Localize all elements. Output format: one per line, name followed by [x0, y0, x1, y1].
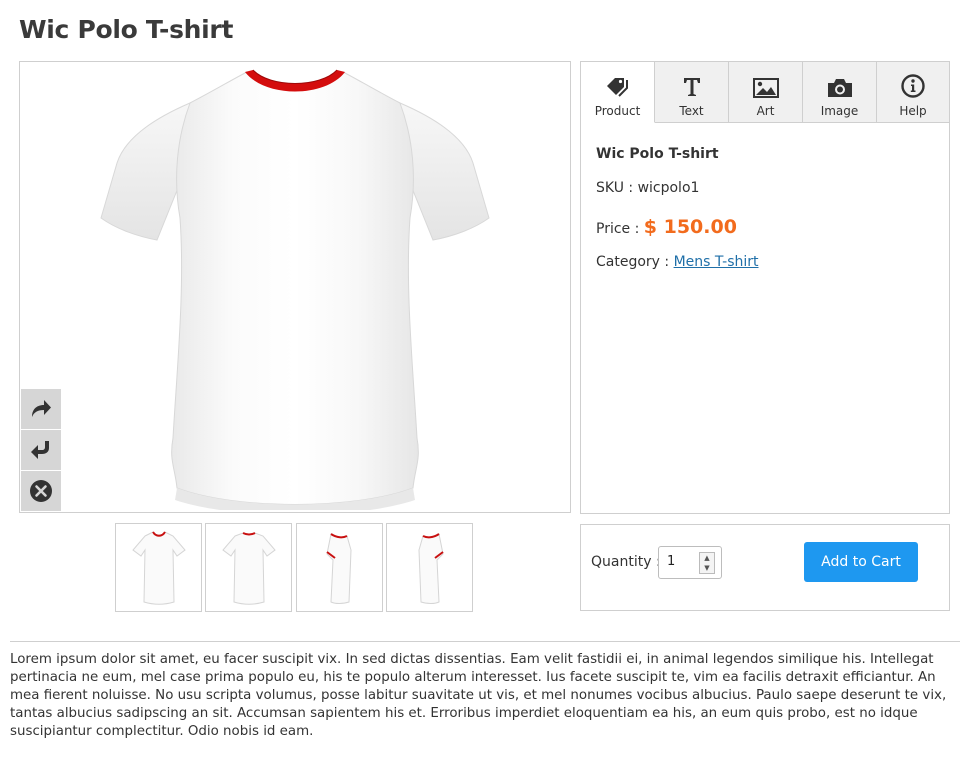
tab-product[interactable]: Product	[581, 62, 655, 123]
divider	[10, 641, 960, 642]
undo-button[interactable]	[21, 430, 61, 470]
tab-art[interactable]: Art	[729, 62, 803, 123]
tshirt-back-thumb	[221, 531, 276, 605]
tab-label: Image	[820, 104, 859, 118]
tab-image[interactable]: Image	[803, 62, 877, 123]
quantity-spinner: ▲ ▼	[699, 552, 715, 574]
sku-label: SKU :	[596, 180, 634, 196]
delete-button[interactable]	[21, 471, 61, 511]
canvas-tools	[21, 389, 61, 512]
sku-value: wicpolo1	[637, 180, 700, 196]
cart-box: Quantity : ▲ ▼ Add to Cart	[580, 524, 950, 611]
designer-panel: Product Text Art Image Help Wic Polo T-s…	[580, 61, 950, 514]
product-name: Wic Polo T-shirt	[596, 146, 719, 162]
product-category-row: Category : Mens T-shirt	[596, 254, 759, 270]
picture-icon	[752, 78, 779, 98]
quantity-label: Quantity :	[591, 554, 661, 570]
product-price-row: Price : $ 150.00	[596, 216, 737, 238]
category-label: Category :	[596, 254, 670, 270]
text-icon	[683, 78, 700, 96]
tshirt-front-thumb	[131, 530, 186, 605]
quantity-input[interactable]	[665, 553, 703, 570]
tab-text[interactable]: Text	[655, 62, 729, 123]
redo-button[interactable]	[21, 389, 61, 429]
thumbnail-back[interactable]	[205, 523, 292, 612]
product-canvas[interactable]	[19, 61, 571, 513]
product-sku-row: SKU : wicpolo1	[596, 180, 699, 196]
tshirt-image	[100, 69, 490, 510]
page-title: Wic Polo T-shirt	[19, 15, 234, 44]
info-icon	[901, 74, 925, 98]
tshirt-side-right-thumb	[417, 532, 444, 604]
tab-label: Product	[594, 104, 641, 118]
thumbnail-front[interactable]	[115, 523, 202, 612]
tab-help[interactable]: Help	[877, 62, 949, 123]
delete-icon	[30, 480, 52, 502]
product-description: Lorem ipsum dolor sit amet, eu facer sus…	[10, 652, 947, 739]
increment-arrow-icon[interactable]: ▲	[700, 553, 714, 563]
redo-icon	[32, 400, 51, 417]
price-label: Price :	[596, 221, 640, 237]
tag-icon	[606, 78, 628, 97]
thumbnail-left[interactable]	[296, 523, 383, 612]
category-link[interactable]: Mens T-shirt	[674, 254, 759, 270]
tab-label: Art	[756, 104, 775, 118]
tab-label: Help	[899, 104, 927, 118]
add-to-cart-button[interactable]: Add to Cart	[804, 542, 918, 582]
undo-icon	[31, 441, 49, 459]
thumbnail-right[interactable]	[386, 523, 473, 612]
tab-label: Text	[679, 104, 704, 118]
tshirt-side-left-thumb	[325, 532, 352, 604]
quantity-stepper: ▲ ▼	[658, 546, 722, 579]
decrement-arrow-icon[interactable]: ▼	[700, 563, 714, 573]
camera-icon	[827, 79, 852, 97]
designer-tabs: Product Text Art Image Help	[581, 62, 949, 123]
price-value: $ 150.00	[643, 216, 737, 238]
